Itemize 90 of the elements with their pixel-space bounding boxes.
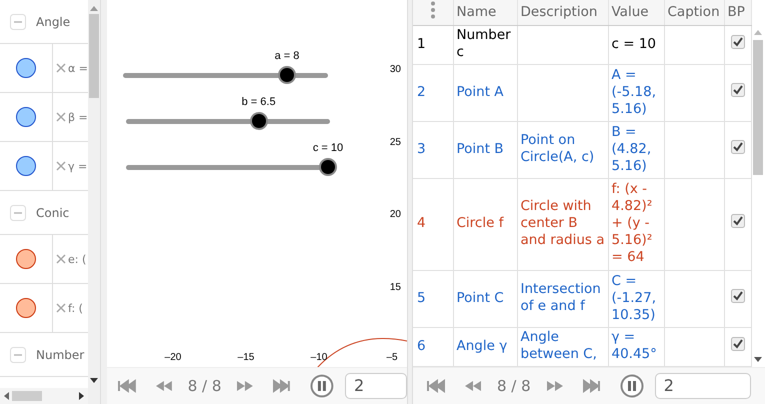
scrollbar[interactable] [0,388,88,404]
row-number: 5 [417,290,426,306]
skip-to-end-icon[interactable] [273,379,292,393]
axis-label: –10 [310,352,328,363]
axis-label: 25 [390,136,401,148]
slider-label: b = 6.5 [242,96,276,108]
table-cell-text: γ = 40.45° [612,329,658,364]
object-label: γ = [68,160,88,172]
checkbox[interactable] [731,34,745,49]
table-cell: Angle γ [456,338,508,354]
pause-icon[interactable] [620,374,644,398]
fast-forward-icon[interactable] [236,379,254,393]
checkbox[interactable] [731,140,745,154]
table-cell: Point B [456,140,504,157]
speed-field[interactable]: 2 [345,373,407,399]
group-label: Number [36,348,84,362]
row-number: 1 [417,36,426,52]
row-number: 6 [417,338,426,354]
rewind-icon[interactable] [154,379,173,393]
object-label: f: ( [68,302,83,314]
column-header[interactable]: Caption [664,0,724,25]
scrollbar[interactable] [752,26,765,367]
row-number: 2 [417,84,426,100]
slider-label: a = 8 [274,50,300,62]
skip-to-end-icon[interactable] [582,379,601,393]
row-number: 3 [417,140,426,157]
column-header[interactable]: Description [517,0,608,25]
visibility-toggle[interactable] [16,249,36,269]
slider-label: c = 10 [312,142,344,154]
visibility-toggle[interactable] [16,298,36,318]
table-cell: Circle f [456,215,504,232]
group-label: Conic [36,206,70,220]
frame-counter: 8 / 8 [188,377,222,395]
speed-field[interactable]: 2 [654,373,751,399]
cross-icon [56,112,66,122]
cross-icon [56,254,66,264]
scrollbar[interactable] [88,0,100,404]
table-cell-text: C = (-1.27, 10.35) [612,272,657,324]
cross-icon [56,63,66,73]
visibility-toggle[interactable] [16,156,36,176]
table-cell-text: A = (-5.18, 5.16) [612,66,657,118]
scroll-left-icon[interactable] [4,392,10,400]
scrollbar-thumb[interactable] [89,14,99,98]
axis-label: –5 [386,352,398,363]
visibility-toggle[interactable] [16,58,36,78]
checkbox[interactable] [731,82,745,97]
axis-label: –20 [164,352,182,363]
skip-to-start-icon[interactable] [118,379,136,393]
menu-icon[interactable] [430,1,436,20]
cross-icon [56,161,66,171]
fast-forward-icon[interactable] [546,379,564,393]
visibility-toggle[interactable] [16,107,36,127]
table-cell: Point on Circle(A, c) [520,132,594,166]
axis-label: 30 [390,64,401,75]
table-cell-text: c = 10 [612,36,657,53]
checkbox[interactable] [731,288,745,303]
table-cell-text: B = (4.82, 5.16) [612,124,652,175]
rewind-icon[interactable] [464,379,482,393]
table-cell: Intersection of e and f [520,281,601,314]
table-cell: Angle between C, [520,329,597,362]
axis-label: 15 [390,282,401,294]
scroll-down-icon[interactable] [90,378,98,384]
axis-label: –15 [238,352,254,363]
object-label: β = [68,110,88,124]
column-header[interactable]: Name [453,0,517,25]
table-cell: Circle with center B and radius a [520,198,604,248]
cross-icon [56,303,66,313]
scrollbar-thumb[interactable] [12,391,42,401]
group-label: Angle [36,14,70,28]
skip-to-start-icon[interactable] [427,379,445,393]
row-number: 4 [417,215,426,232]
pause-icon[interactable] [310,374,334,398]
slider-thumb[interactable] [278,66,296,84]
axis-label: 20 [390,209,401,220]
slider-thumb[interactable] [319,158,337,176]
column-header[interactable]: BP [724,0,751,25]
scroll-right-icon[interactable] [78,392,84,400]
checkbox[interactable] [731,336,745,351]
table-cell: Number c [456,27,511,60]
slider-thumb[interactable] [250,112,268,130]
object-label: α = [68,62,88,74]
object-label: e: ( [68,252,86,266]
table-cell: Point C [456,290,504,306]
table-cell: Point A [456,84,504,100]
scrollbar-thumb[interactable] [753,40,764,174]
column-header[interactable]: Value [608,0,664,25]
scroll-down-icon[interactable] [754,357,762,363]
checkbox[interactable] [731,214,745,228]
table-cell-text: f: (x - 4.82)² + (y - 5.16)² = 64 [612,181,654,266]
frame-counter: 8 / 8 [497,377,531,395]
